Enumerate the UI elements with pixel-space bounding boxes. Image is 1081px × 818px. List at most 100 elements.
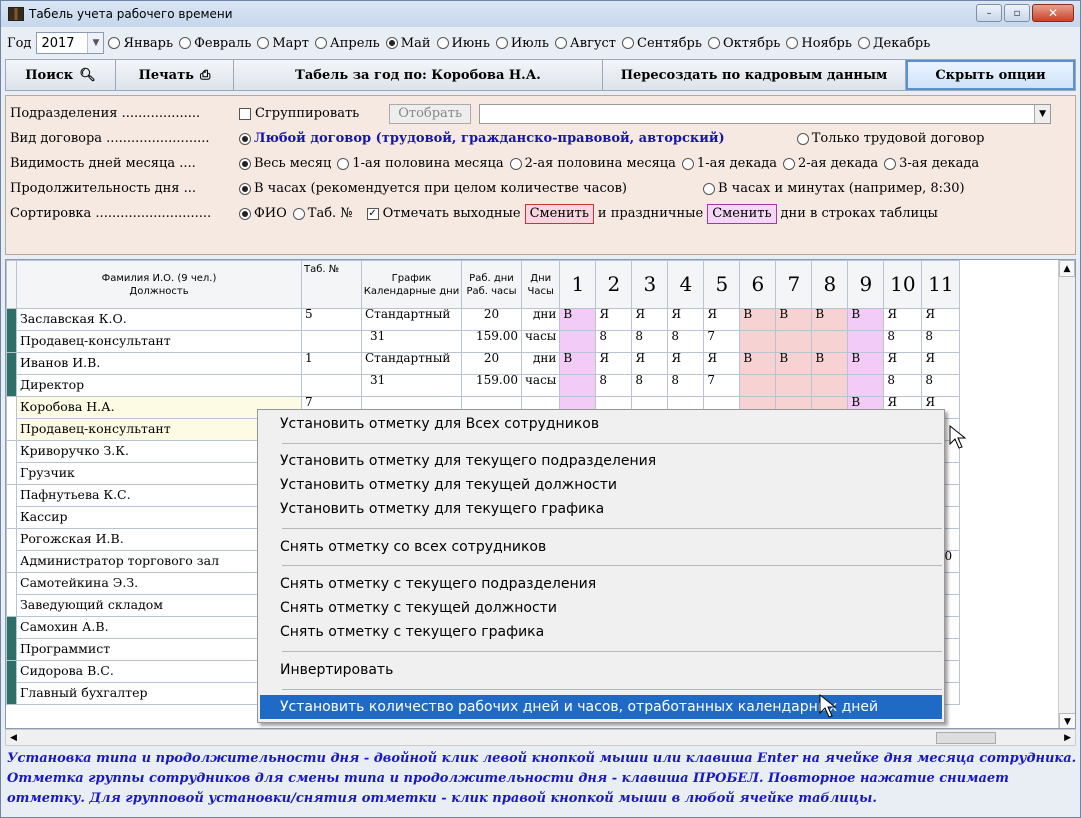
day-header[interactable]: 6 — [739, 260, 777, 309]
table-row-sub[interactable]: Директор 31 159.00 часы 8 8 8 7 8 8 — [7, 374, 961, 397]
menu-item-unmark-schedule[interactable]: Снять отметку с текущего графика — [260, 620, 942, 644]
work-col-header[interactable]: Раб. дни Раб. часы — [461, 260, 522, 309]
day-hours-cell[interactable] — [775, 330, 813, 353]
month-radio[interactable]: Сентябрь — [622, 36, 702, 51]
visibility-radio[interactable]: 2-ая половина месяца — [509, 156, 676, 171]
month-radio[interactable]: Август — [554, 36, 616, 51]
day-type-cell[interactable]: В — [811, 352, 849, 375]
schedule[interactable]: Стандартный — [361, 352, 462, 375]
employee-name[interactable]: Иванов И.В. — [16, 352, 302, 375]
day-header[interactable]: 3 — [631, 260, 669, 309]
month-radio[interactable]: Январь — [108, 36, 173, 51]
menu-item-mark-position[interactable]: Установить отметку для текущей должности — [260, 473, 942, 497]
minimize-button[interactable]: – — [976, 4, 1002, 22]
name-col-header[interactable]: Фамилия И.О. (9 чел.) Должность — [16, 260, 302, 309]
select-button[interactable]: Отобрать — [389, 103, 472, 124]
contract-any-radio[interactable]: Любой договор (трудовой, гражданско-прав… — [239, 131, 725, 146]
day-hours-cell[interactable]: 8 — [595, 374, 633, 397]
day-header[interactable]: 8 — [811, 260, 849, 309]
day-type-cell[interactable]: В — [739, 352, 777, 375]
maximize-button[interactable]: ▫ — [1004, 4, 1030, 22]
tab-number-sub[interactable] — [301, 330, 362, 353]
menu-item-unmark-dept[interactable]: Снять отметку с текущего подразделения — [260, 572, 942, 596]
scroll-down-icon[interactable]: ▼ — [1059, 713, 1075, 728]
contract-labor-radio[interactable]: Только трудовой договор — [796, 131, 985, 146]
day-hours-cell[interactable] — [775, 374, 813, 397]
month-radio[interactable]: Февраль — [179, 36, 251, 51]
day-header[interactable]: 11 — [921, 260, 961, 309]
visibility-radio[interactable]: 1-ая декада — [681, 156, 777, 171]
menu-item-mark-dept[interactable]: Установить отметку для текущего подразде… — [260, 449, 942, 473]
day-type-cell[interactable]: В — [847, 308, 885, 331]
menu-item-invert[interactable]: Инвертировать — [260, 658, 942, 682]
hide-options-button[interactable]: Скрыть опции — [906, 60, 1075, 90]
day-header[interactable]: 9 — [847, 260, 885, 309]
tab-number[interactable]: 1 — [301, 352, 362, 375]
group-checkbox[interactable] — [239, 107, 251, 120]
vertical-scrollbar[interactable]: ▲ ▼ — [1058, 260, 1075, 728]
month-radio[interactable]: Ноябрь — [786, 36, 852, 51]
day-hours-cell[interactable] — [811, 330, 849, 353]
day-type-cell[interactable]: В — [559, 308, 597, 331]
day-hours-cell[interactable] — [811, 374, 849, 397]
row-mark[interactable] — [6, 660, 17, 705]
day-type-cell[interactable]: Я — [703, 352, 741, 375]
month-radio[interactable]: Май — [385, 36, 431, 51]
day-header[interactable]: 10 — [883, 260, 923, 309]
month-radio[interactable]: Октябрь — [707, 36, 780, 51]
search-button[interactable]: Поиск 🔍︎ — [6, 60, 116, 90]
day-type-cell[interactable]: Я — [667, 308, 705, 331]
day-hours-cell[interactable]: 8 — [667, 374, 705, 397]
calendar-days[interactable]: 31 — [361, 374, 462, 397]
tab-number[interactable]: 5 — [301, 308, 362, 331]
row-mark[interactable] — [6, 308, 17, 353]
year-select[interactable]: 2017 ▼ — [36, 32, 105, 54]
work-hours[interactable]: 159.00 — [461, 330, 522, 353]
tab-number-sub[interactable] — [301, 374, 362, 397]
day-hours-cell[interactable] — [739, 330, 777, 353]
day-hours-cell[interactable]: 8 — [883, 374, 923, 397]
sort-tab-radio[interactable]: Таб. № — [292, 206, 353, 221]
month-radio[interactable]: Июль — [495, 36, 549, 51]
day-hours-cell[interactable]: 8 — [883, 330, 923, 353]
day-type-cell[interactable]: В — [847, 352, 885, 375]
day-type-cell[interactable]: Я — [883, 308, 923, 331]
day-hours-cell[interactable]: 8 — [631, 330, 669, 353]
day-hours-cell[interactable] — [847, 330, 885, 353]
change-weekend-button[interactable]: Сменить — [524, 203, 594, 224]
month-radio[interactable]: Март — [257, 36, 309, 51]
work-hours[interactable]: 159.00 — [461, 374, 522, 397]
day-type-cell[interactable]: В — [775, 308, 813, 331]
day-hours-cell[interactable]: 8 — [667, 330, 705, 353]
menu-item-set-workdays[interactable]: Установить количество рабочих дней и час… — [260, 695, 942, 719]
month-radio[interactable]: Декабрь — [857, 36, 930, 51]
horizontal-scrollbar[interactable]: ◀ ▶ — [5, 729, 1076, 746]
scroll-left-icon[interactable]: ◀ — [6, 733, 21, 743]
chevron-down-icon[interactable]: ▼ — [87, 33, 104, 53]
day-type-cell[interactable]: Я — [703, 308, 741, 331]
day-hours-cell[interactable]: 7 — [703, 330, 741, 353]
day-type-cell[interactable]: В — [739, 308, 777, 331]
day-hours-cell[interactable]: 7 — [703, 374, 741, 397]
day-type-cell[interactable]: Я — [595, 308, 633, 331]
units-col-header[interactable]: Дни Часы — [520, 260, 561, 309]
dept-combo[interactable]: ▼ — [479, 103, 1052, 124]
day-type-cell[interactable]: Я — [631, 308, 669, 331]
menu-item-mark-schedule[interactable]: Установить отметку для текущего графика — [260, 497, 942, 521]
day-type-cell[interactable]: Я — [921, 308, 961, 331]
tab-col-header[interactable]: Таб. № — [301, 260, 362, 309]
change-holiday-button[interactable]: Сменить — [707, 203, 777, 224]
visibility-radio[interactable]: Весь месяц — [239, 156, 331, 171]
day-hours-cell[interactable] — [559, 330, 597, 353]
employee-position[interactable]: Продавец-консультант — [16, 330, 302, 353]
day-hours-cell[interactable] — [739, 374, 777, 397]
employee-name[interactable]: Заславская К.О. — [16, 308, 302, 331]
schedule[interactable]: Стандартный — [361, 308, 462, 331]
scroll-thumb[interactable] — [936, 732, 996, 744]
visibility-radio[interactable]: 3-ая декада — [884, 156, 979, 171]
day-header[interactable]: 5 — [703, 260, 741, 309]
day-type-cell[interactable]: Я — [631, 352, 669, 375]
close-button[interactable]: ✕ — [1032, 4, 1074, 22]
menu-item-unmark-all[interactable]: Снять отметку со всех сотрудников — [260, 535, 942, 559]
month-radio[interactable]: Июнь — [436, 36, 490, 51]
